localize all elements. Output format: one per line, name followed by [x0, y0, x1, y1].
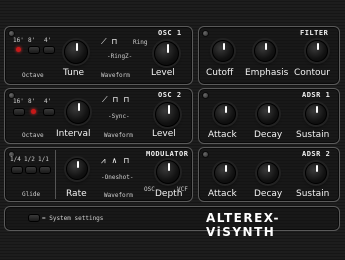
octave-label: Octave [22, 132, 44, 139]
screw [8, 30, 15, 37]
adsr1-decay-label: Decay [254, 130, 283, 140]
triangle-wave-icon[interactable]: ∧ [112, 156, 117, 165]
system-settings-label: = System settings [42, 215, 104, 222]
octave-option-4: 4' [44, 98, 52, 105]
octave-option-8: 8' [28, 37, 36, 44]
osc-label: OSC [144, 186, 155, 193]
adsr2-sustain-knob[interactable] [305, 162, 327, 184]
rate-label: Rate [66, 189, 87, 199]
modulator-title: MODULATOR [146, 150, 189, 158]
depth-knob[interactable] [156, 160, 180, 184]
tune-knob[interactable] [64, 40, 88, 64]
brand-logo: ALTEREX-ViSYNTH [206, 211, 281, 239]
interval-label: Interval [56, 129, 91, 139]
adsr1-attack-label: Attack [208, 130, 237, 140]
octave-button-4[interactable] [43, 108, 55, 116]
glide-button-quarter[interactable] [11, 166, 23, 174]
octave-led-8[interactable] [31, 109, 36, 114]
octave-button-8[interactable] [28, 46, 40, 54]
contour-label: Contour [294, 68, 330, 78]
adsr1-sustain-label: Sustain [296, 130, 330, 140]
waveform-label: Waveform [104, 192, 133, 199]
emphasis-label: Emphasis [245, 68, 289, 78]
screw [202, 92, 209, 99]
glide-label: Glide [22, 191, 41, 198]
adsr1-sustain-knob[interactable] [305, 103, 327, 125]
adsr1-attack-knob[interactable] [214, 103, 236, 125]
screw [202, 151, 209, 158]
contour-knob[interactable] [306, 40, 328, 62]
tune-label: Tune [63, 68, 85, 78]
waveform-label: Waveform [101, 72, 130, 79]
osc1-title: OSC 1 [158, 29, 182, 37]
adsr1-decay-knob[interactable] [257, 103, 279, 125]
adsr2-title: ADSR 2 [302, 150, 331, 158]
ramp-wave-icon[interactable]: ⟋ [102, 95, 108, 105]
glide-divider [55, 150, 56, 199]
adsr2-sustain-label: Sustain [296, 189, 330, 199]
ramp-wave-icon[interactable]: ⟋ [101, 37, 107, 47]
square-wave-icon[interactable]: ⊓ [113, 95, 118, 104]
glide-option-half: 1/2 [24, 156, 35, 163]
screw [202, 30, 209, 37]
osc1-level-label: Level [151, 68, 175, 78]
system-settings-button[interactable] [28, 214, 40, 222]
waveform-label: Waveform [104, 132, 133, 139]
osc2-title: OSC 2 [158, 91, 182, 99]
osc2-level-label: Level [152, 129, 176, 139]
octave-option-8: 8' [28, 98, 36, 105]
glide-button-half[interactable] [25, 166, 37, 174]
cutoff-knob[interactable] [212, 40, 234, 62]
glide-option-quarter: 1/4 [10, 156, 21, 163]
vcf-label: VCF [177, 186, 188, 193]
adsr2-decay-label: Decay [254, 189, 283, 199]
interval-knob[interactable] [66, 100, 90, 124]
cutoff-label: Cutoff [206, 68, 234, 78]
pulse-wave-icon[interactable]: ⊓ [124, 95, 129, 104]
glide-option-whole: 1/1 [38, 156, 49, 163]
adsr2-attack-knob[interactable] [214, 162, 236, 184]
ringz-label: -RingZ- [107, 53, 133, 60]
osc1-level-knob[interactable] [154, 41, 179, 66]
ring-label: Ring [133, 39, 148, 46]
octave-option-4: 4' [44, 37, 52, 44]
octave-option-16: 16' [13, 37, 24, 44]
octave-button-4[interactable] [43, 46, 55, 54]
octave-label: Octave [22, 72, 44, 79]
sawtooth-wave-icon[interactable]: ⩘ [101, 156, 106, 166]
oneshot-label: -Oneshot- [101, 174, 134, 181]
rate-knob[interactable] [66, 158, 88, 180]
octave-button-16[interactable] [13, 108, 25, 116]
adsr1-title: ADSR 1 [302, 91, 331, 99]
square-wave-icon[interactable]: ⊓ [124, 156, 129, 165]
glide-button-whole[interactable] [39, 166, 51, 174]
emphasis-knob[interactable] [254, 40, 276, 62]
octave-option-16: 16' [13, 98, 24, 105]
square-wave-icon[interactable]: ⊓ [112, 37, 117, 46]
sync-label: -Sync- [108, 113, 130, 120]
octave-led-16[interactable] [16, 47, 21, 52]
osc2-level-knob[interactable] [155, 102, 180, 127]
adsr2-decay-knob[interactable] [257, 162, 279, 184]
adsr2-attack-label: Attack [208, 189, 237, 199]
filter-title: FILTER [300, 29, 329, 37]
